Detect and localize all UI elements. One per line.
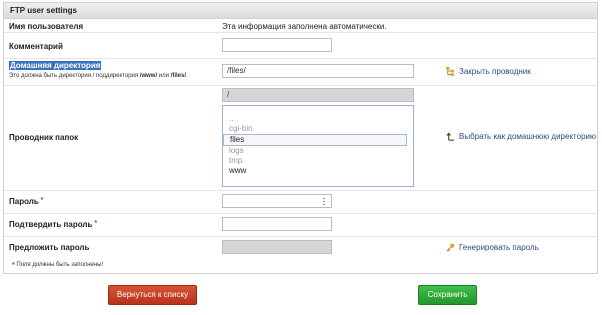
home-dir-label: Домашняя директория [9,61,102,70]
select-home-dir-link[interactable]: Выбрать как домашнюю директорию [446,132,596,141]
folder-explorer-list[interactable]: .. cgi-bin files logs tmp www [222,105,414,187]
save-button[interactable]: Сохранить [418,285,477,305]
folder-item[interactable]: logs [223,146,407,156]
password-label: Пароль * [9,197,44,206]
generate-password-label: Генерировать пароль [459,243,539,252]
more-dots-icon[interactable] [322,197,326,206]
comment-input[interactable] [222,38,332,52]
explorer-path: / [222,88,414,102]
row-home-dir: Домашняя директория Это должна быть дире… [4,59,597,86]
suggest-password-label: Предложить пароль [9,243,90,252]
arrow-up-corner-icon [446,132,455,141]
folder-item[interactable]: cgi-bin [223,124,407,134]
required-fields-note: * Поля должны быть заполнены! [12,262,104,269]
row-password: Пароль * [4,191,597,214]
folder-item[interactable]: www [223,166,407,176]
back-to-list-button[interactable]: Вернуться к списку [108,285,197,305]
ftp-settings-panel: FTP user settings Имя пользователя Эта и… [3,2,598,274]
explorer-label: Проводник папок [9,133,79,142]
required-star: * [94,220,98,227]
confirm-password-input[interactable] [222,217,332,231]
folder-item-selected[interactable]: files [223,134,407,146]
username-value: Эта информация заполнена автоматически. [222,22,387,31]
generate-password-link[interactable]: Генерировать пароль [446,243,539,252]
confirm-password-label: Подтвердить пароль * [9,220,98,229]
folder-item[interactable]: tmp [223,156,407,166]
key-icon [446,243,455,252]
row-username: Имя пользователя Эта информация заполнен… [4,19,597,33]
home-dir-input[interactable]: /files/ [222,64,414,78]
select-home-dir-label: Выбрать как домашнюю директорию [459,132,596,141]
panel-title: FTP user settings [4,3,597,19]
home-dir-hint: Это должна быть директория / поддиректор… [9,73,188,79]
row-comment: Комментарий [4,33,597,59]
required-star: * [40,197,44,204]
row-confirm-password: Подтвердить пароль * [4,214,597,237]
comment-label: Комментарий [9,42,63,51]
row-suggest-password: Предложить пароль Генерировать пароль [4,237,597,258]
username-label: Имя пользователя [9,22,84,31]
suggested-password-field [222,240,332,254]
password-input[interactable] [222,194,332,208]
folder-tree-icon [446,67,455,76]
close-explorer-label: Закрыть проводник [459,67,531,76]
folder-item[interactable]: .. [223,114,407,124]
close-explorer-link[interactable]: Закрыть проводник [446,67,531,76]
